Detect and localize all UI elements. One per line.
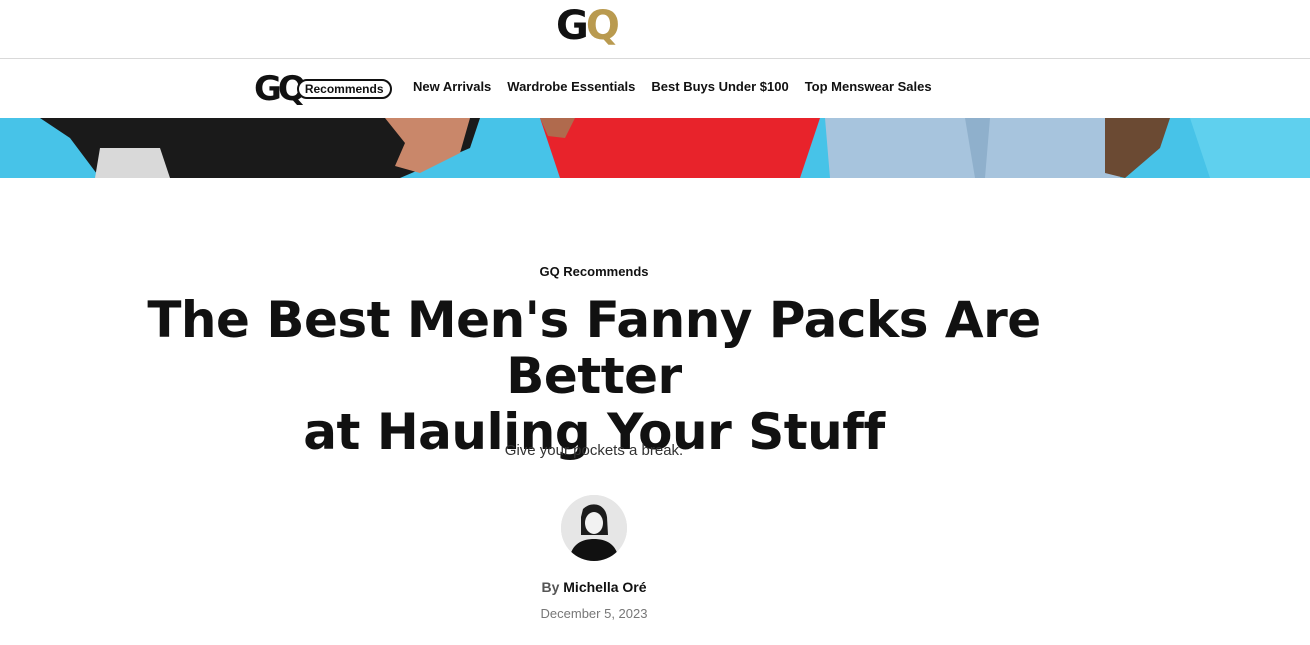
recommends-logo-mark: GQ bbox=[254, 69, 307, 109]
gq-recommends-logo[interactable]: GQ Recommends bbox=[254, 72, 392, 106]
hero-image bbox=[0, 118, 1310, 178]
article-kicker[interactable]: GQ Recommends bbox=[0, 264, 1188, 279]
site-header: G Q bbox=[0, 0, 1310, 59]
nav-link-best-buys-under-100[interactable]: Best Buys Under $100 bbox=[651, 79, 788, 94]
recommends-logo-label: Recommends bbox=[296, 79, 392, 99]
publish-date: December 5, 2023 bbox=[540, 606, 648, 621]
nav-link-top-menswear-sales[interactable]: Top Menswear Sales bbox=[805, 79, 932, 94]
section-nav: GQ Recommends New Arrivals Wardrobe Esse… bbox=[0, 59, 1310, 118]
article-byline: By Michella Oré bbox=[0, 579, 1188, 595]
author-link[interactable]: Michella Oré bbox=[563, 579, 646, 595]
logo-letter-q: Q bbox=[585, 3, 620, 49]
author-avatar[interactable] bbox=[561, 495, 627, 561]
nav-link-new-arrivals[interactable]: New Arrivals bbox=[413, 79, 491, 94]
author-photo bbox=[561, 495, 627, 561]
hero-illustration bbox=[0, 118, 1310, 178]
nav-link-wardrobe-essentials[interactable]: Wardrobe Essentials bbox=[507, 79, 635, 94]
article-headline: The Best Men's Fanny Packs Are Better at… bbox=[60, 292, 1128, 460]
gq-logo[interactable]: G Q bbox=[556, 3, 620, 49]
nav-links: New Arrivals Wardrobe Essentials Best Bu… bbox=[413, 79, 932, 94]
logo-letter-g: G bbox=[556, 3, 589, 49]
article-dek: Give your pockets a break. bbox=[504, 442, 684, 459]
headline-line-1: The Best Men's Fanny Packs Are Better bbox=[147, 291, 1041, 405]
byline-prefix: By bbox=[541, 579, 560, 595]
